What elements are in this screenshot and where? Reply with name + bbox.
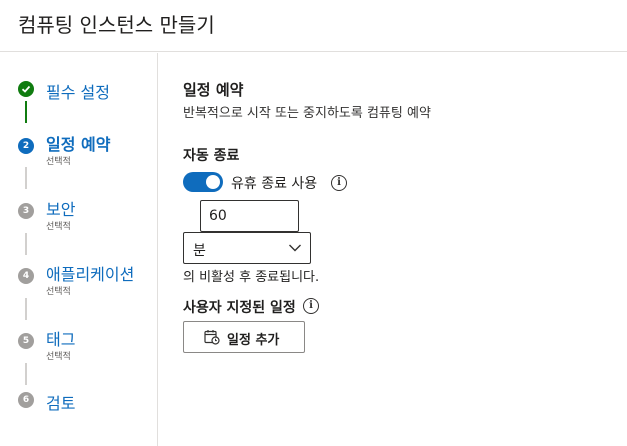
checkmark-icon (18, 81, 34, 97)
shutdown-suffix-text: 의 비활성 후 종료됩니다. (183, 270, 320, 285)
step-connector (25, 298, 27, 320)
step-optional-label: 선택적 (46, 157, 71, 167)
step-number-badge: 6 (18, 392, 34, 408)
idle-shutdown-label: 유휴 종료 사용 (231, 176, 318, 192)
step-number-badge: 3 (18, 203, 34, 219)
calendar-clock-icon (204, 330, 220, 345)
page-title: 컴퓨팅 인스턴스 만들기 (18, 13, 215, 37)
auto-shutdown-heading: 자동 종료 (183, 148, 240, 164)
section-description: 반복적으로 시작 또는 중지하도록 컴퓨팅 예약 (183, 106, 431, 121)
selected-unit: 분 (193, 243, 206, 259)
step-label: 일정 예약 (46, 135, 111, 154)
step-connector (25, 363, 27, 385)
step-optional-label: 선택적 (46, 352, 71, 362)
step-optional-label: 선택적 (46, 287, 71, 297)
step-connector (25, 101, 27, 123)
wizard-steps-nav: 필수 설정 2 일정 예약 선택적 3 보안 선택적 4 애플리케이션 선택적 … (0, 53, 158, 446)
step-optional-label: 선택적 (46, 222, 71, 232)
step-label: 태그 (46, 330, 76, 349)
custom-schedule-heading: 사용자 지정된 일정 (183, 300, 296, 316)
add-schedule-button[interactable]: 일정 추가 (183, 321, 305, 353)
step-connector (25, 233, 27, 255)
step-label: 보안 (46, 200, 76, 219)
header: 컴퓨팅 인스턴스 만들기 (0, 0, 627, 52)
info-icon[interactable]: i (331, 175, 347, 191)
step-number-badge: 2 (18, 138, 34, 154)
section-title: 일정 예약 (183, 81, 244, 99)
time-unit-dropdown[interactable]: 분 (183, 232, 311, 264)
step-label: 검토 (46, 394, 76, 413)
step-number-badge: 4 (18, 268, 34, 284)
step-label: 애플리케이션 (46, 265, 135, 284)
idle-shutdown-toggle[interactable] (183, 172, 223, 192)
step-connector (25, 167, 27, 189)
add-schedule-label: 일정 추가 (227, 333, 280, 348)
chevron-down-icon (289, 244, 301, 252)
toggle-knob (206, 175, 220, 189)
info-icon[interactable]: i (303, 298, 319, 314)
idle-time-input[interactable] (200, 200, 299, 232)
step-label: 필수 설정 (46, 83, 110, 102)
step-number-badge: 5 (18, 333, 34, 349)
